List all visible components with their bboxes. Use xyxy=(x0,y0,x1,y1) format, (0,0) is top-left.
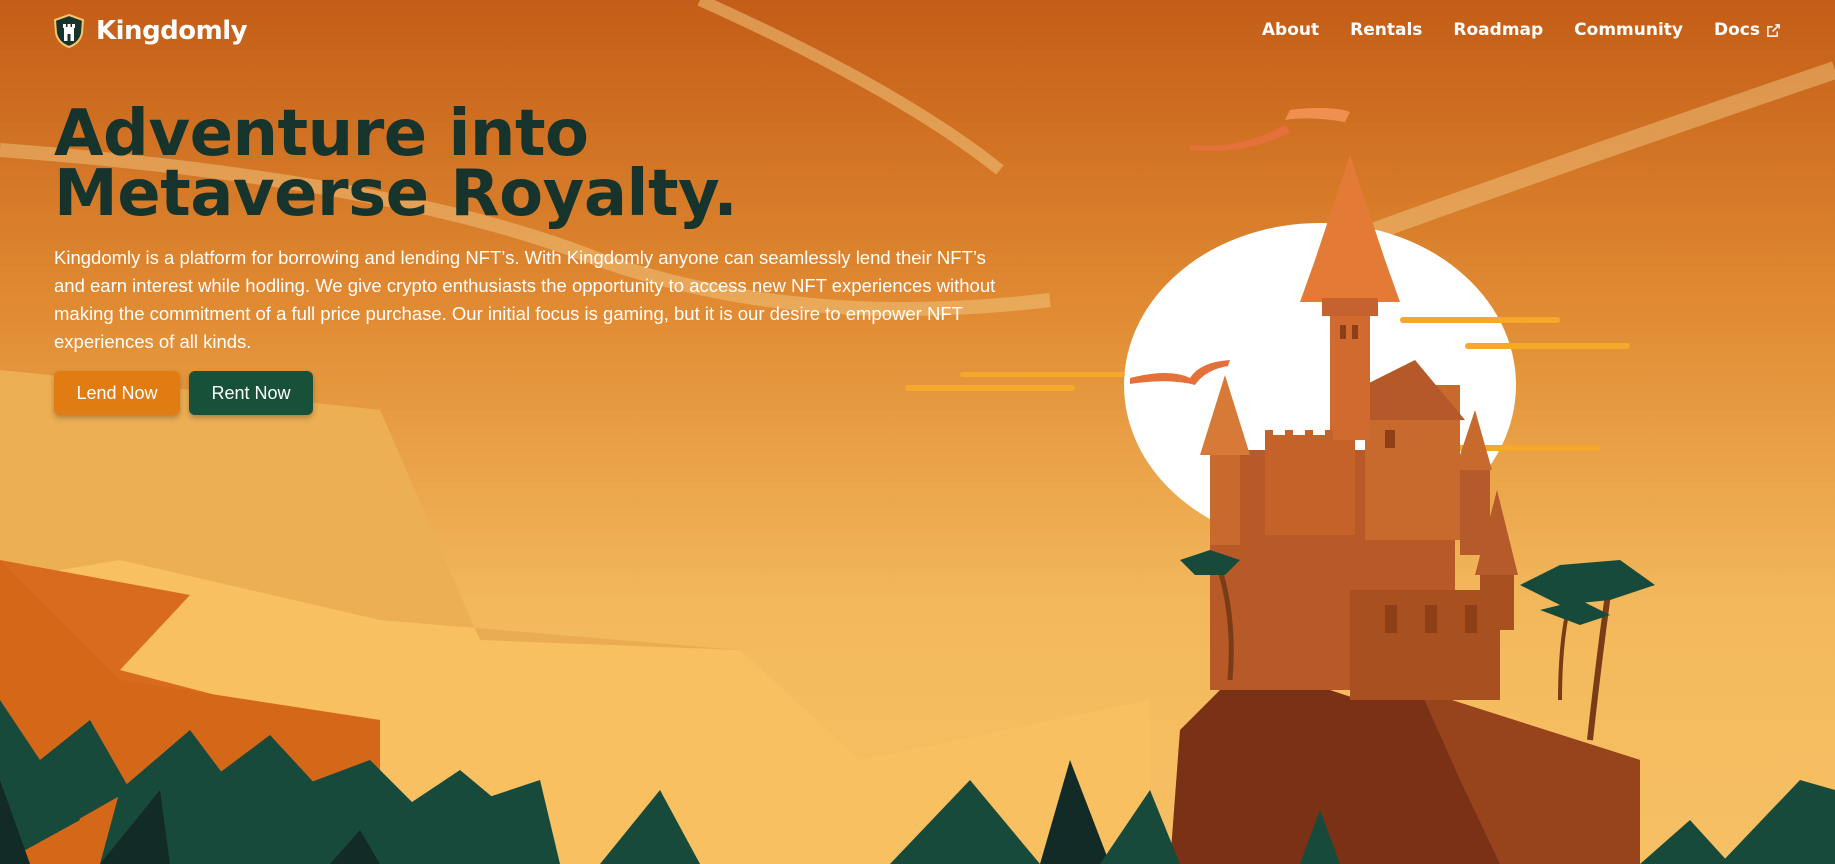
rent-now-button[interactable]: Rent Now xyxy=(189,371,313,415)
nav-roadmap-label: Roadmap xyxy=(1453,20,1544,40)
lend-now-button[interactable]: Lend Now xyxy=(54,371,180,415)
nav-about-link[interactable]: About xyxy=(1262,20,1319,40)
brand-name: Kingdomly xyxy=(96,16,248,46)
hero-description: Kingdomly is a platform for borrowing an… xyxy=(54,247,996,352)
nav-roadmap-link[interactable]: Roadmap xyxy=(1453,20,1543,40)
hero-title: Adventure into Metaverse Royalty. xyxy=(54,97,738,231)
top-navbar: Kingdomly About Rentals Roadmap Communit… xyxy=(0,0,1835,62)
hero-section: Adventure into Metaverse Royalty. Kingdo… xyxy=(54,97,1014,415)
nav-rentals-label: Rentals xyxy=(1350,20,1423,40)
nav-docs-link[interactable]: Docs xyxy=(1714,20,1781,40)
nav-docs-label: Docs xyxy=(1714,20,1760,40)
nav-community-label: Community xyxy=(1574,20,1683,40)
nav-links: About Rentals Roadmap Community Docs xyxy=(1262,20,1781,40)
shield-castle-icon xyxy=(53,13,85,49)
nav-rentals-link[interactable]: Rentals xyxy=(1350,20,1422,40)
nav-about-label: About xyxy=(1261,20,1320,40)
brand-link[interactable]: Kingdomly xyxy=(52,13,248,49)
hero-cta-group: Lend Now Rent Now xyxy=(54,371,1014,415)
nav-community-link[interactable]: Community xyxy=(1574,20,1683,40)
external-link-icon xyxy=(1767,23,1780,37)
